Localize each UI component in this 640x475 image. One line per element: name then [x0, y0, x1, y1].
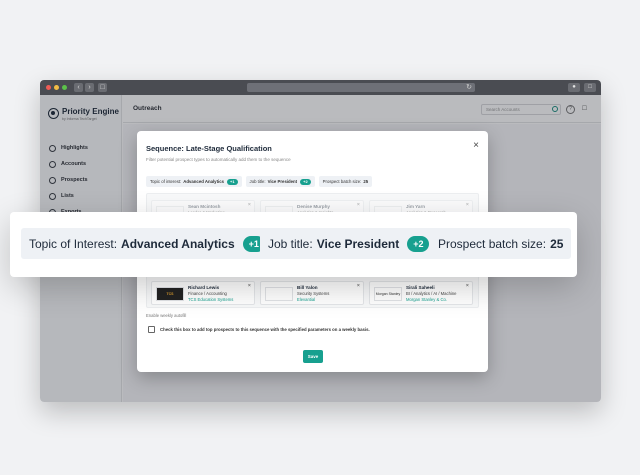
modal-title: Sequence: Late-Stage Qualification: [146, 144, 272, 153]
chip-value: 25: [363, 179, 369, 184]
prospect-name: Jim Yarn: [406, 204, 426, 209]
chip-label: Job title:: [268, 236, 313, 251]
prospect-card[interactable]: Morgan Stanley Sirali Saheeli BI / Analy…: [369, 281, 473, 305]
chip-value: Vice President: [316, 236, 400, 251]
back-button[interactable]: ‹: [74, 83, 83, 92]
remove-icon[interactable]: ×: [248, 283, 251, 289]
remove-icon[interactable]: ×: [357, 283, 360, 289]
prospect-role: BI / Analytics / AI / Machine: [406, 291, 457, 296]
modal-description: Filter potential prospect types to autom…: [146, 157, 291, 162]
prospect-name: Bill Yalon: [297, 285, 318, 290]
refresh-icon[interactable]: ↻: [466, 83, 472, 92]
chip-label: Job title:: [249, 179, 266, 184]
address-bar[interactable]: ↻: [247, 83, 475, 92]
maximize-window-dot[interactable]: [62, 85, 67, 90]
chip-label: Prospect batch size:: [322, 179, 362, 184]
chip-batch-size[interactable]: Prospect batch size: 25: [318, 176, 373, 187]
close-window-dot[interactable]: [46, 85, 51, 90]
chip-label: Topic of interest:: [150, 179, 182, 184]
prospect-card[interactable]: TCS Richard Lewis Finance / Accounting T…: [151, 281, 255, 305]
chip-value: Vice President: [267, 179, 298, 184]
company-logo: TCS: [156, 287, 184, 301]
chip-value: Advanced Analytics: [183, 179, 224, 184]
prospect-name: Richard Lewis: [188, 285, 220, 290]
prospect-role: Finance / Accounting: [188, 291, 227, 296]
sidebar-toggle-icon[interactable]: □: [98, 83, 107, 92]
remove-icon[interactable]: ×: [357, 202, 360, 208]
forward-button[interactable]: ›: [85, 83, 94, 92]
tabs-overview-icon[interactable]: □: [584, 83, 596, 92]
chip-job-title[interactable]: Job title: Vice President +2: [245, 176, 315, 187]
chip-value: Advanced Analytics: [121, 236, 235, 251]
prospect-name: Denise Murphy: [297, 204, 330, 209]
minimize-window-dot[interactable]: [54, 85, 59, 90]
close-icon[interactable]: ×: [473, 141, 479, 151]
prospect-company[interactable]: Morgan Stanley & Co.: [406, 297, 447, 302]
company-logo: [265, 287, 293, 301]
zoom-chip-batch-size[interactable]: Prospect batch size: 25: [430, 228, 572, 259]
chip-count-badge: +2: [407, 235, 430, 252]
remove-icon[interactable]: ×: [466, 202, 469, 208]
weekly-autofill-label: Enable weekly autofill: [146, 313, 187, 318]
zoom-chip-job-title[interactable]: Job title: Vice President +2: [260, 228, 438, 259]
chip-count-badge: +1: [226, 178, 238, 185]
prospect-company[interactable]: TCS Education Systems: [188, 297, 233, 302]
zoom-chip-topic-of-interest[interactable]: Topic of Interest: Advanced Analytics +1: [21, 228, 273, 259]
weekly-autofill-text: Check this box to add top prospects to t…: [160, 327, 370, 332]
extension-icon[interactable]: ●: [568, 83, 580, 92]
company-logo: Morgan Stanley: [374, 287, 402, 301]
filter-chips: Topic of interest: Advanced Analytics +1…: [146, 176, 373, 188]
remove-icon[interactable]: ×: [466, 283, 469, 289]
chip-topic-of-interest[interactable]: Topic of interest: Advanced Analytics +1: [146, 176, 242, 187]
prospect-name: Sirali Saheeli: [406, 285, 435, 290]
save-button[interactable]: Save: [303, 350, 323, 363]
weekly-autofill-checkbox[interactable]: [148, 326, 155, 333]
prospect-role: Security Systems: [297, 291, 330, 296]
remove-icon[interactable]: ×: [248, 202, 251, 208]
chip-label: Topic of Interest:: [29, 236, 118, 251]
chip-label: Prospect batch size:: [438, 236, 547, 251]
chip-value: 25: [550, 236, 564, 251]
chip-count-badge: +2: [300, 178, 311, 185]
prospect-card[interactable]: Bill Yalon Security Systems Elevantial ×: [260, 281, 364, 305]
zoomed-filter-panel: Topic of Interest: Advanced Analytics +1…: [10, 212, 577, 277]
browser-titlebar: ‹ › □ ↻ ● □: [40, 80, 601, 95]
prospect-name: Sean Mcintosh: [188, 204, 221, 209]
prospect-company[interactable]: Elevantial: [297, 297, 315, 302]
